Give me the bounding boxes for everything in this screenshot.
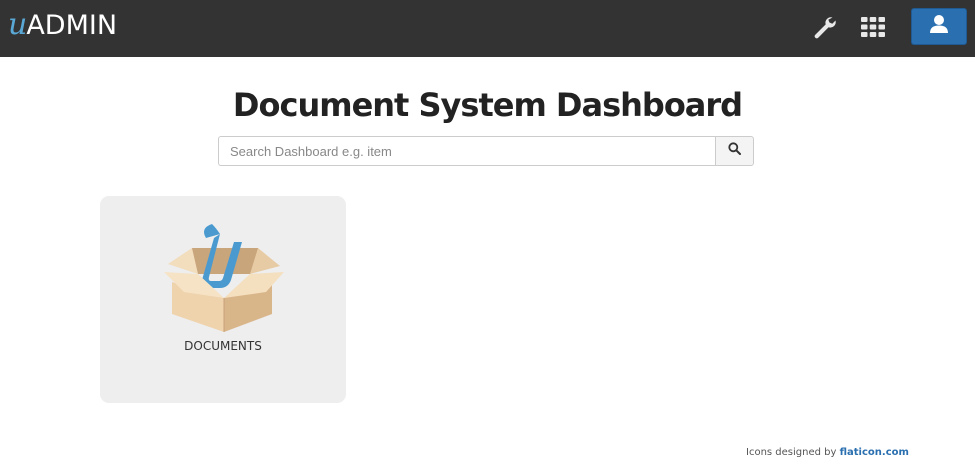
- search-button[interactable]: [715, 136, 754, 166]
- brand-u: u: [8, 7, 27, 42]
- credit-text: Icons designed by: [746, 447, 837, 458]
- flaticon-link[interactable]: flaticon.com: [840, 447, 909, 458]
- search-icon: [728, 142, 741, 160]
- search-input[interactable]: [218, 136, 715, 166]
- tile-label: DOCUMENTS: [184, 339, 262, 353]
- brand-text: ADMIN: [26, 9, 118, 41]
- box-icon: [162, 216, 286, 334]
- grid-icon[interactable]: [858, 12, 888, 42]
- search-bar: [218, 136, 754, 166]
- documents-tile[interactable]: DOCUMENTS: [100, 196, 346, 403]
- user-icon: [929, 14, 949, 39]
- brand-logo[interactable]: u ADMIN: [8, 8, 117, 42]
- top-navbar: u ADMIN: [0, 0, 975, 57]
- user-menu-button[interactable]: [911, 8, 967, 45]
- icon-credit: Icons designed by flaticon.com: [746, 447, 909, 458]
- wrench-icon[interactable]: [810, 12, 840, 42]
- page-title: Document System Dashboard: [232, 86, 743, 124]
